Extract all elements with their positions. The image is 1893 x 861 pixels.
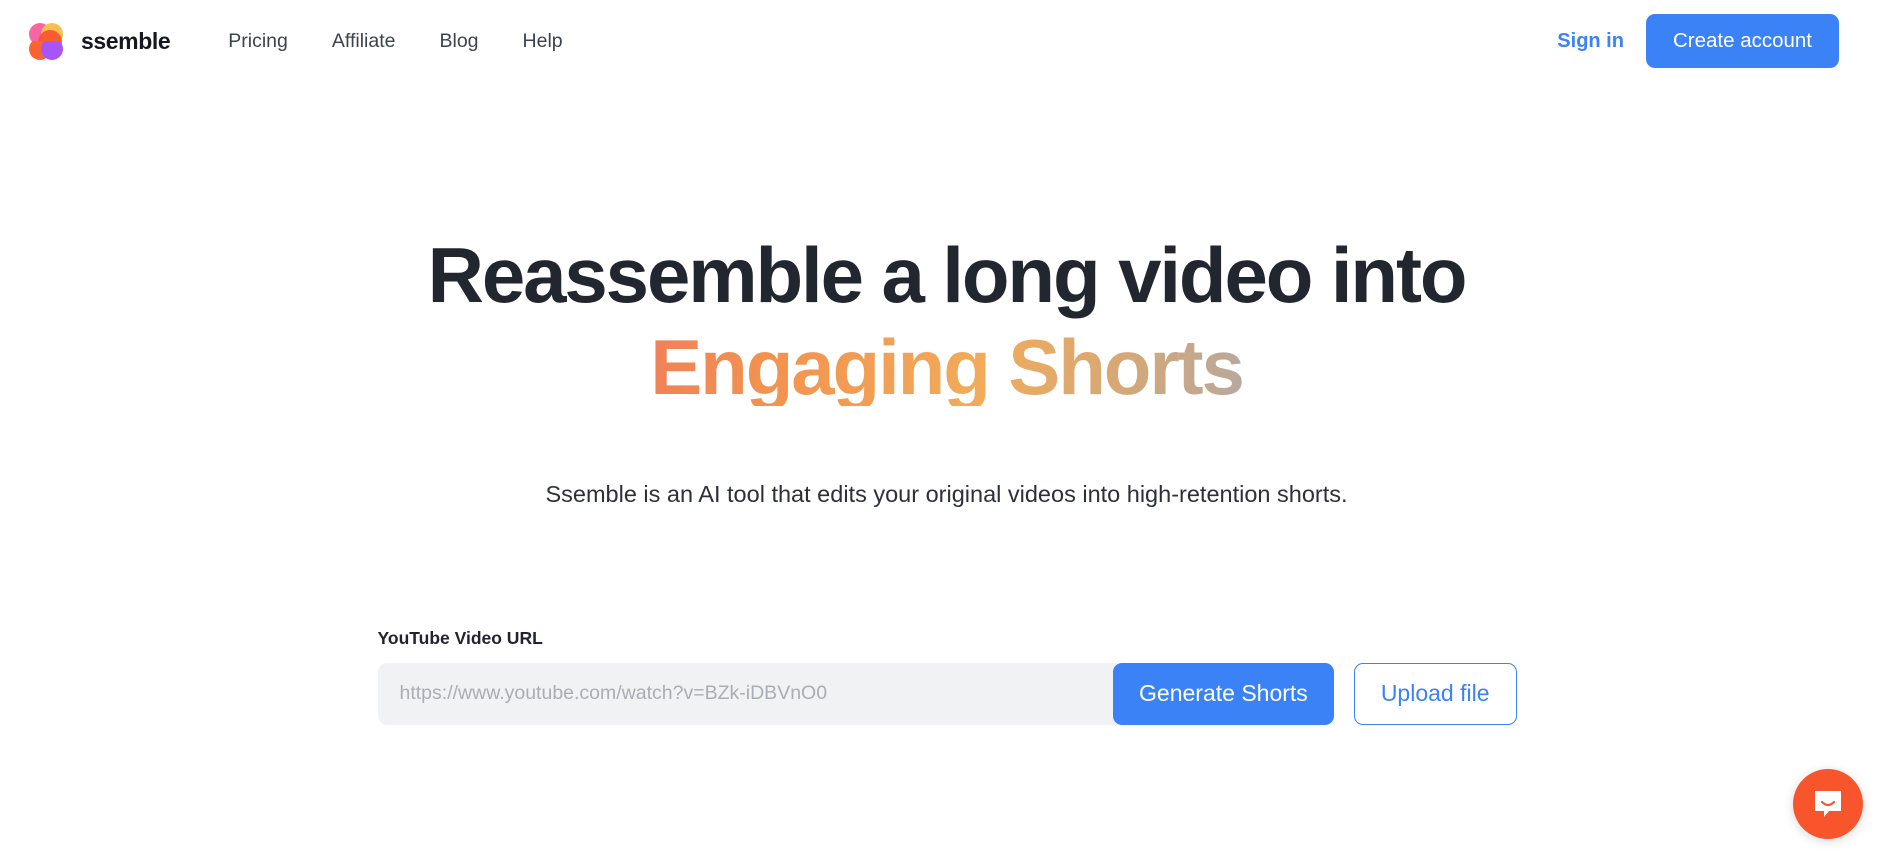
sign-in-link[interactable]: Sign in (1553, 24, 1628, 59)
hero-subtitle: Ssemble is an AI tool that edits your or… (545, 481, 1348, 507)
ssemble-s-logo-icon (24, 19, 68, 63)
youtube-url-input[interactable] (377, 662, 1118, 725)
page-title: Reassemble a long video into Engaging Sh… (0, 236, 1893, 406)
nav-item-blog[interactable]: Blog (439, 30, 478, 53)
brand-logo-link[interactable]: ssemble (24, 19, 171, 63)
hero-section: Reassemble a long video into Engaging Sh… (0, 82, 1893, 511)
upload-file-button[interactable]: Upload file (1353, 662, 1517, 725)
generate-shorts-button[interactable]: Generate Shorts (1113, 662, 1334, 725)
nav-item-help[interactable]: Help (523, 30, 563, 53)
chat-smile-bubble-icon (1811, 787, 1845, 821)
nav-item-pricing[interactable]: Pricing (228, 30, 288, 53)
header-actions: Sign in Create account (1553, 14, 1839, 68)
hero-headline-line-2: Engaging Shorts (0, 328, 1893, 406)
create-account-button[interactable]: Create account (1645, 14, 1839, 68)
main-nav: Pricing Affiliate Blog Help (228, 30, 562, 53)
video-url-form: YouTube Video URL Generate Shorts Upload… (377, 628, 1517, 725)
youtube-url-label: YouTube Video URL (377, 627, 543, 648)
brand-name: ssemble (81, 27, 171, 54)
hero-headline-line-1: Reassemble a long video into (427, 231, 1468, 319)
chat-launcher-button[interactable] (1793, 769, 1863, 839)
nav-item-affiliate[interactable]: Affiliate (332, 30, 396, 53)
site-header: ssemble Pricing Affiliate Blog Help Sign… (0, 0, 1893, 82)
page-root: ssemble Pricing Affiliate Blog Help Sign… (0, 0, 1893, 861)
form-row: Generate Shorts Upload file (377, 662, 1517, 725)
